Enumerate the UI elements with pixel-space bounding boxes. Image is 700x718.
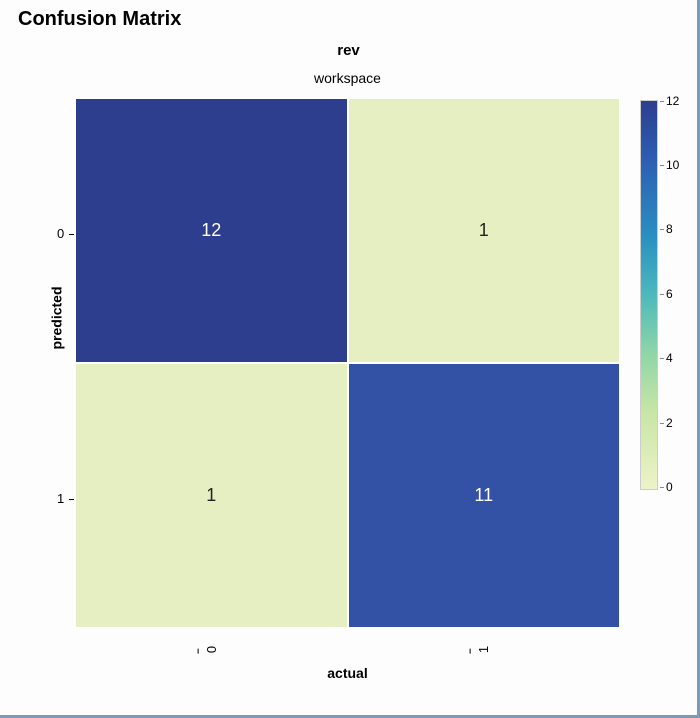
x-axis-ticks: 0 1 bbox=[75, 630, 620, 660]
facet-title: workspace bbox=[75, 70, 620, 86]
colorbar bbox=[640, 100, 658, 490]
cb-tick-0: 0 bbox=[666, 480, 673, 494]
x-axis-label: actual bbox=[75, 665, 620, 681]
colorbar-ticks: 12 10 8 6 4 2 0 bbox=[664, 100, 690, 490]
cb-tick-4: 4 bbox=[666, 351, 673, 365]
y-axis-label: predicted bbox=[49, 286, 65, 349]
cb-tick-12: 12 bbox=[666, 94, 679, 108]
heatmap-grid: 12 1 1 11 bbox=[75, 98, 620, 628]
x-tick-0: 0 bbox=[204, 646, 219, 653]
cb-tick-6: 6 bbox=[666, 287, 673, 301]
cb-tick-8: 8 bbox=[666, 222, 673, 236]
cell-1-1: 11 bbox=[348, 363, 621, 628]
y-axis-ticks: 0 1 bbox=[57, 98, 75, 628]
y-tick-1: 1 bbox=[57, 491, 75, 506]
page-title: Confusion Matrix bbox=[18, 8, 181, 31]
cb-tick-2: 2 bbox=[666, 416, 673, 430]
cell-1-0: 1 bbox=[75, 363, 348, 628]
x-tick-1: 1 bbox=[476, 646, 491, 653]
cell-0-0: 12 bbox=[75, 98, 348, 363]
cell-0-1: 1 bbox=[348, 98, 621, 363]
column-header: rev bbox=[0, 42, 697, 59]
cb-tick-10: 10 bbox=[666, 158, 679, 172]
y-tick-0: 0 bbox=[57, 226, 75, 241]
heatmap-chart: workspace 12 1 1 11 0 1 0 1 predicted ac… bbox=[75, 70, 620, 680]
